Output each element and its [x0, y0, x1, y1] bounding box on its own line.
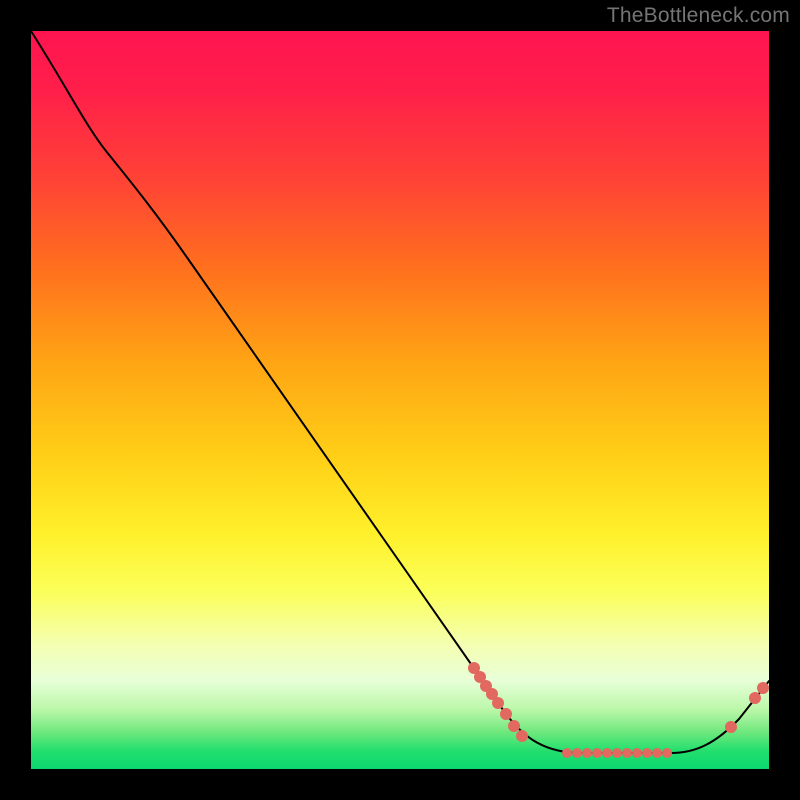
plot-area — [31, 31, 769, 769]
chart-root: TheBottleneck.com — [0, 0, 800, 800]
watermark-text: TheBottleneck.com — [607, 4, 790, 28]
bottleneck-curve — [31, 31, 769, 753]
curve-layer — [31, 31, 769, 769]
dot-cluster-valley — [562, 748, 672, 758]
